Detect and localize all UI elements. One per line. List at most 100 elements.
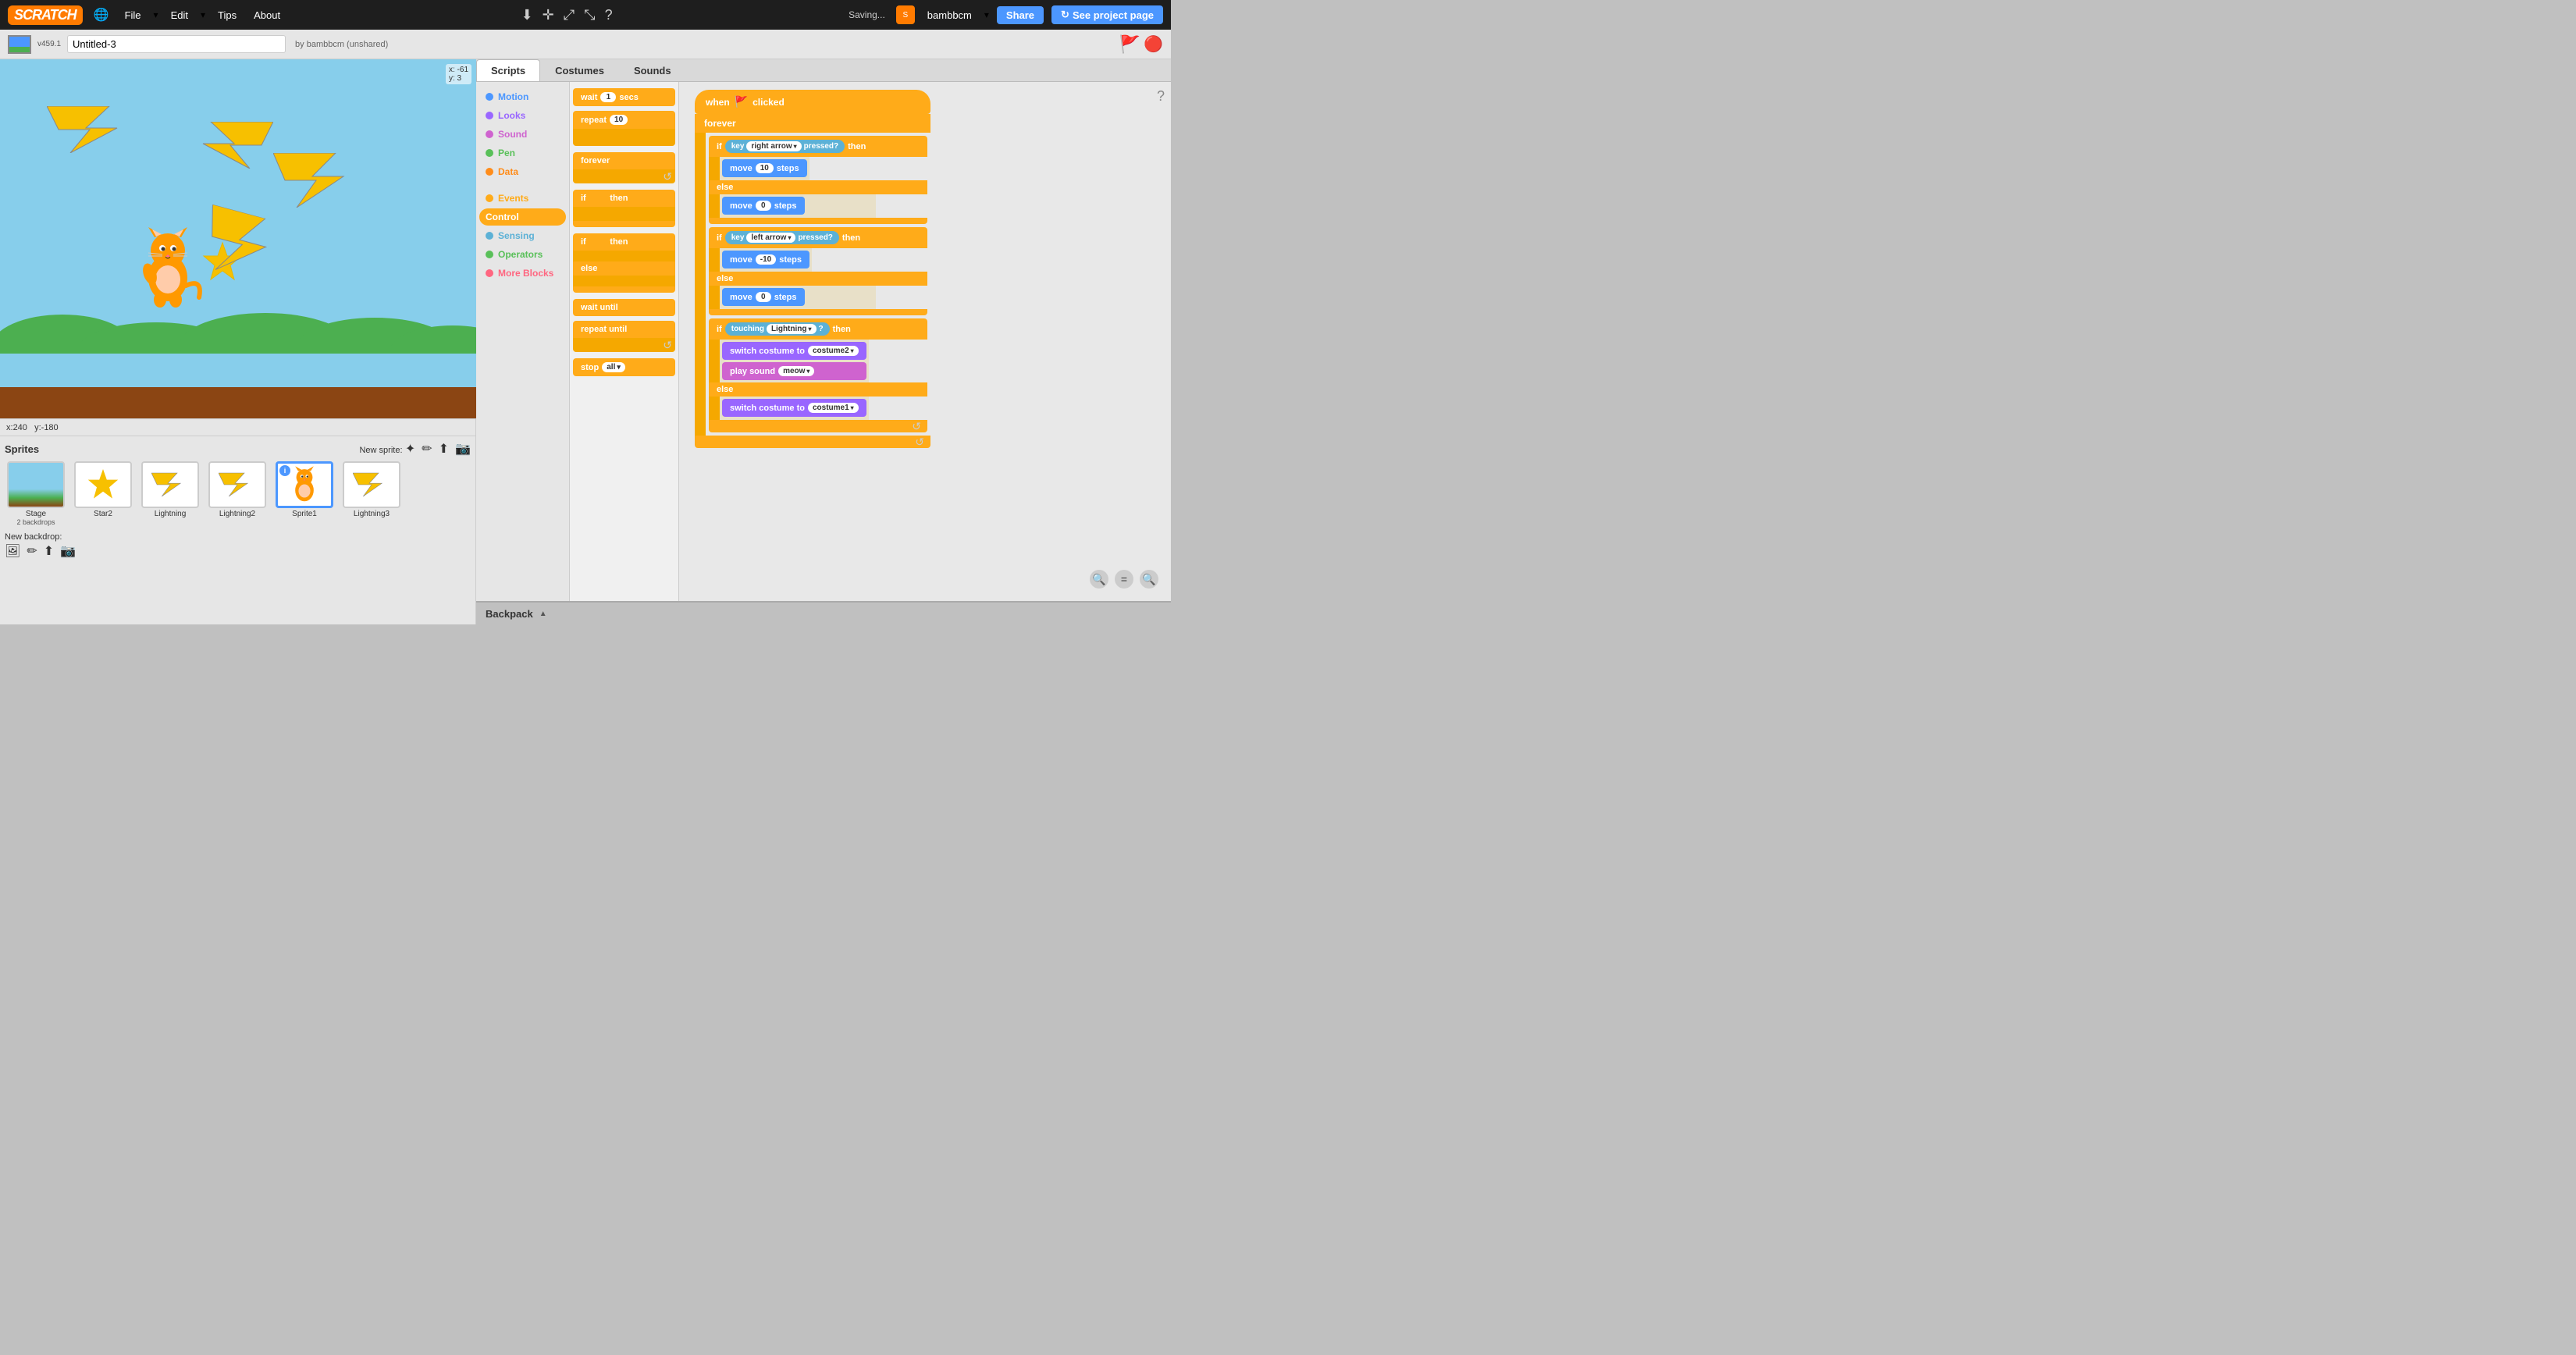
globe-icon[interactable]: 🌐: [91, 7, 112, 23]
cat-control-label: Control: [486, 212, 519, 222]
sprite-thumb-stage: [7, 461, 65, 508]
costume2-dropdown[interactable]: costume2 ▾: [808, 346, 859, 356]
if1-top[interactable]: if key right arrow ▾ pressed? then: [709, 136, 927, 157]
cat-sensing[interactable]: Sensing: [479, 227, 566, 244]
cat-sound[interactable]: Sound: [479, 126, 566, 143]
palette-block-repeat-until[interactable]: repeat until: [573, 321, 675, 338]
move-10-input[interactable]: 10: [756, 163, 774, 173]
expand-icon[interactable]: ⤢: [564, 7, 575, 23]
palette-block-wait[interactable]: wait 1 secs: [573, 88, 675, 106]
sprite-item-lightning2[interactable]: Lightning2: [206, 461, 269, 526]
username[interactable]: bambbcm: [923, 9, 977, 21]
cat-pen[interactable]: Pen: [479, 144, 566, 162]
tab-costumes[interactable]: Costumes: [540, 59, 619, 81]
cat-more-blocks[interactable]: More Blocks: [479, 265, 566, 282]
scripts-help-icon[interactable]: ?: [1157, 88, 1165, 105]
menu-edit[interactable]: Edit: [166, 9, 193, 21]
if3-condition[interactable]: touching Lightning ▾ ?: [725, 322, 830, 336]
new-backdrop-draw-icon[interactable]: ✏: [27, 543, 37, 559]
cat-operators[interactable]: Operators: [479, 246, 566, 263]
sprite-item-stage[interactable]: Stage 2 backdrops: [5, 461, 67, 526]
sprite-item-lightning3[interactable]: Lightning3: [340, 461, 403, 526]
sprite-item-lightning[interactable]: Lightning: [139, 461, 201, 526]
tab-sounds[interactable]: Sounds: [619, 59, 686, 81]
key-right-dropdown[interactable]: right arrow ▾: [746, 141, 801, 151]
hat-block-when-clicked[interactable]: when 🚩 clicked: [695, 90, 930, 114]
switch-costume-2[interactable]: switch costume to costume2 ▾: [722, 342, 866, 360]
costume1-dropdown[interactable]: costume1 ▾: [808, 403, 859, 413]
new-backdrop-upload-icon[interactable]: ⬆: [44, 543, 54, 559]
menu-tips[interactable]: Tips: [213, 9, 241, 21]
play-sound-meow[interactable]: play sound meow ▾: [722, 362, 866, 380]
new-sprite-paint-icon[interactable]: ✦: [405, 441, 415, 457]
palette-block-stop[interactable]: stop all ▾: [573, 358, 675, 376]
sprite-item-star2[interactable]: Star2: [72, 461, 134, 526]
if3-top[interactable]: if touching Lightning ▾ ? then: [709, 318, 927, 340]
move-0-input-1[interactable]: 0: [756, 201, 771, 211]
zoom-in-button[interactable]: 🔍: [1140, 570, 1158, 589]
sound-dropdown[interactable]: meow ▾: [778, 366, 814, 376]
cat-sensing-label: Sensing: [498, 230, 535, 241]
stage-canvas[interactable]: x: -61y: 3: [0, 59, 476, 418]
move-10-steps[interactable]: move 10 steps: [722, 159, 807, 177]
sprite-name-lightning: Lightning: [155, 510, 187, 518]
if2-else-content: move 0 steps: [720, 286, 876, 309]
if2-condition[interactable]: key left arrow ▾ pressed?: [725, 231, 839, 244]
blocks-area: Motion Looks Sound Pen Data: [476, 82, 1171, 601]
move-0-steps-2[interactable]: move 0 steps: [722, 288, 805, 306]
see-project-button[interactable]: ↻ See project page: [1051, 5, 1163, 24]
zoom-out-button[interactable]: 🔍: [1090, 570, 1108, 589]
tab-scripts[interactable]: Scripts: [476, 59, 540, 81]
repeat-input[interactable]: 10: [610, 115, 628, 125]
new-backdrop-paint-icon[interactable]: 🖼: [5, 543, 20, 559]
touching-dropdown[interactable]: Lightning ▾: [767, 324, 817, 334]
stop-dropdown[interactable]: all ▾: [602, 362, 625, 372]
cat-data[interactable]: Data: [479, 163, 566, 180]
new-sprite-draw-icon[interactable]: ✏: [422, 441, 432, 457]
looks-dot: [486, 112, 493, 119]
palette-block-wait-until[interactable]: wait until: [573, 299, 675, 316]
move-neg10-input[interactable]: -10: [756, 254, 776, 265]
palette-block-repeat[interactable]: repeat 10: [573, 111, 675, 129]
new-backdrop-camera-icon[interactable]: 📷: [60, 543, 76, 559]
palette-block-if-else-wrap: if then else: [573, 233, 675, 293]
stop-button[interactable]: 🔴: [1144, 34, 1163, 54]
if2-top[interactable]: if key left arrow ▾ pressed? then: [709, 227, 927, 248]
key-left-dropdown[interactable]: left arrow ▾: [746, 233, 795, 243]
backpack[interactable]: Backpack ▲: [476, 601, 1171, 624]
new-sprite-upload-icon[interactable]: ⬆: [439, 441, 449, 457]
menu-about[interactable]: About: [249, 9, 285, 21]
zoom-reset-button[interactable]: =: [1115, 570, 1133, 589]
menu-file[interactable]: File: [120, 9, 146, 21]
sprite-item-sprite1[interactable]: i S: [273, 461, 336, 526]
if2-else-label: else: [709, 272, 927, 286]
move-0-input-2[interactable]: 0: [756, 292, 771, 302]
cat-looks[interactable]: Looks: [479, 107, 566, 124]
share-button[interactable]: Share: [997, 6, 1044, 24]
project-name-input[interactable]: [67, 35, 286, 53]
palette-block-if-else[interactable]: if then: [573, 233, 675, 251]
green-flag-button[interactable]: 🚩: [1119, 34, 1140, 55]
cat-motion[interactable]: Motion: [479, 88, 566, 105]
scratch-logo[interactable]: SCRATCH: [8, 5, 83, 25]
cat-control[interactable]: Control: [479, 208, 566, 226]
stage-thumbnail[interactable]: [8, 35, 31, 54]
shrink-icon[interactable]: ⤡: [584, 7, 595, 23]
crosshair-icon[interactable]: ✛: [543, 7, 554, 23]
if1-else-label: else: [709, 180, 927, 194]
sprite-info-badge[interactable]: i: [279, 465, 290, 476]
move-neg10-steps[interactable]: move -10 steps: [722, 251, 809, 269]
move-0-steps-1[interactable]: move 0 steps: [722, 197, 805, 215]
help-icon[interactable]: ?: [605, 7, 613, 23]
download-icon[interactable]: ⬇: [521, 7, 533, 23]
scripts-editor[interactable]: when 🚩 clicked forever: [679, 82, 1171, 601]
palette-block-if[interactable]: if then: [573, 190, 675, 207]
switch-costume-1[interactable]: switch costume to costume1 ▾: [722, 399, 866, 417]
cat-events[interactable]: Events: [479, 190, 566, 207]
wait-input[interactable]: 1: [600, 92, 616, 102]
if1-condition[interactable]: key right arrow ▾ pressed?: [725, 140, 845, 153]
new-sprite-camera-icon[interactable]: 📷: [455, 441, 471, 457]
forever-label[interactable]: forever: [695, 114, 930, 133]
if2-then-slot: move -10 steps: [709, 248, 927, 272]
palette-block-forever[interactable]: forever: [573, 152, 675, 169]
